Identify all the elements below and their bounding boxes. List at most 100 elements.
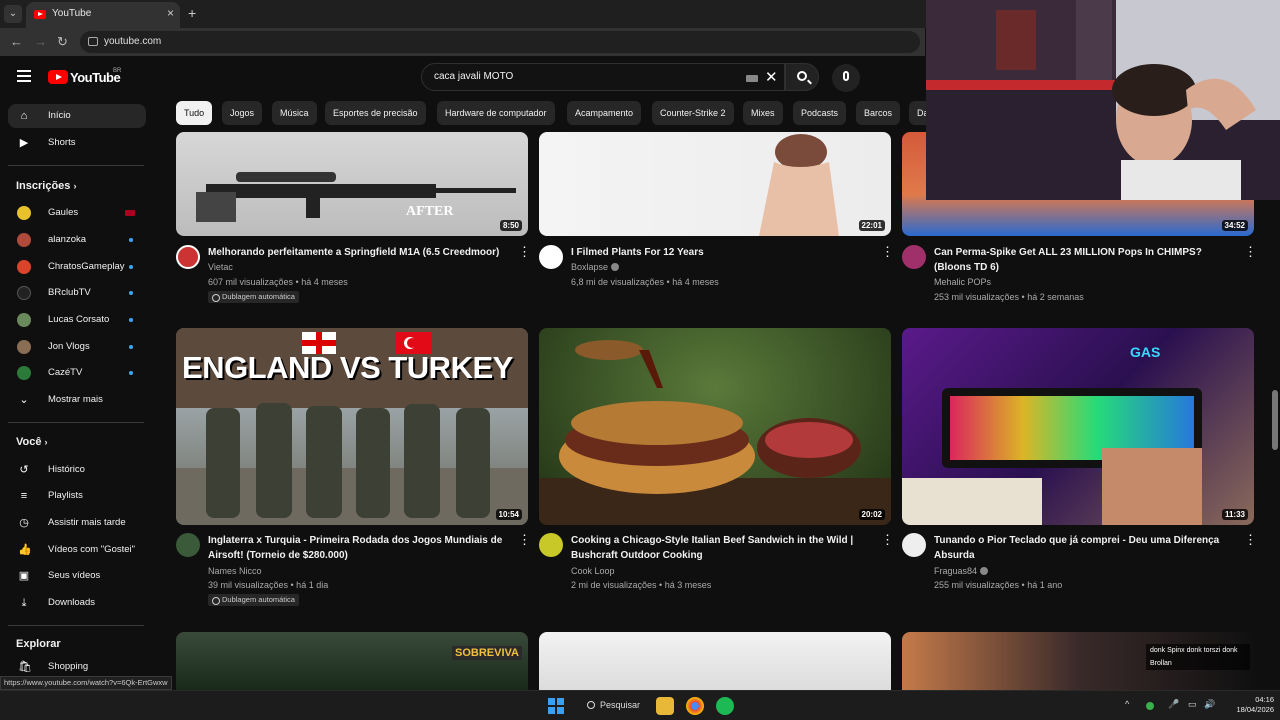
sidebar-sub-jon-vlogs[interactable]: Jon Vlogs: [8, 335, 146, 359]
search-icon: [587, 701, 595, 709]
channel-name[interactable]: Names Nicco: [208, 566, 262, 576]
tray-app-icon[interactable]: [1146, 702, 1154, 710]
forward-icon[interactable]: →: [34, 34, 47, 49]
sidebar-sub-alanzoka[interactable]: alanzoka: [8, 228, 146, 252]
tab-close-icon[interactable]: ×: [167, 6, 174, 20]
microphone-tray-icon[interactable]: 🎤: [1168, 699, 1179, 710]
chip-jogos[interactable]: Jogos: [222, 101, 263, 125]
channel-avatar[interactable]: [539, 533, 563, 557]
you-heading[interactable]: Você ›: [16, 436, 48, 448]
channel-name[interactable]: Vietac: [208, 262, 233, 272]
sidebar-item-label: Downloads: [48, 597, 95, 608]
video-thumbnail[interactable]: donk Spinx donk torszi donk Brollan: [902, 632, 1254, 690]
chrome-icon[interactable]: [686, 697, 704, 715]
sidebar-item-inicio[interactable]: ⌂ Início: [8, 104, 146, 128]
file-explorer-icon[interactable]: [656, 697, 674, 715]
channel-name[interactable]: Mehalic POPs: [934, 277, 991, 287]
video-meta: 2 mi de visualizações • há 3 meses: [571, 580, 712, 590]
chip-musica[interactable]: Música: [272, 101, 317, 125]
chip-more[interactable]: Da: [909, 101, 926, 125]
channel-avatar[interactable]: [176, 245, 200, 269]
rifle-thumbnail-art: [196, 172, 516, 222]
site-info-icon[interactable]: [88, 37, 98, 46]
sidebar-item-downloads[interactable]: ⤓ Downloads: [8, 591, 146, 615]
chip-counter-strike[interactable]: Counter-Strike 2: [652, 101, 734, 125]
channel-name-text: Fraguas84: [934, 566, 978, 576]
more-options-icon[interactable]: [1244, 532, 1257, 548]
show-more-button[interactable]: ⌄ Mostrar mais: [8, 388, 146, 412]
video-title[interactable]: Melhorando perfeitamente a Springfield M…: [208, 245, 508, 260]
chip-podcasts[interactable]: Podcasts: [793, 101, 847, 125]
channel-avatar[interactable]: [902, 533, 926, 557]
voice-search-button[interactable]: [832, 64, 860, 92]
clock-time: 04:16: [1255, 695, 1274, 704]
spotify-icon[interactable]: [716, 697, 734, 715]
back-icon[interactable]: ←: [10, 34, 23, 49]
more-options-icon[interactable]: [518, 244, 531, 260]
sidebar-sub-cazetv[interactable]: CazéTV: [8, 361, 146, 385]
video-thumbnail[interactable]: [539, 632, 891, 690]
chip-barcos[interactable]: Barcos: [856, 101, 901, 125]
chip-mixes[interactable]: Mixes: [743, 101, 783, 125]
browser-tab[interactable]: YouTube ×: [26, 2, 180, 28]
clear-search-icon[interactable]: ✕: [765, 68, 778, 86]
video-thumbnail[interactable]: SOBREVIVA: [176, 632, 528, 690]
video-meta: 253 mil visualizações • há 2 semanas: [934, 292, 1084, 302]
search-input[interactable]: caca javali MOTO ✕: [421, 63, 785, 91]
subscriptions-heading[interactable]: Inscrições ›: [16, 180, 76, 192]
chip-esportes[interactable]: Esportes de precisão: [325, 101, 426, 125]
channel-avatar[interactable]: [176, 533, 200, 557]
keyboard-icon[interactable]: [746, 75, 758, 82]
tray-chevron-icon[interactable]: ^: [1125, 699, 1129, 709]
system-clock[interactable]: 04:16 18/04/2026: [1222, 695, 1274, 715]
new-tab-icon[interactable]: +: [188, 5, 196, 21]
menu-icon[interactable]: [17, 70, 31, 82]
sidebar-item-shorts[interactable]: ▶ Shorts: [8, 131, 146, 155]
address-bar[interactable]: youtube.com: [80, 31, 920, 53]
sidebar-sub-gaules[interactable]: Gaules: [8, 201, 146, 225]
video-title[interactable]: Cooking a Chicago-Style Italian Beef San…: [571, 533, 871, 563]
sidebar-sub-brclubtv[interactable]: BRclubTV: [8, 281, 146, 305]
taskbar-search[interactable]: Pesquisar: [580, 696, 644, 716]
video-thumbnail[interactable]: 22:01: [539, 132, 891, 236]
chip-hardware[interactable]: Hardware de computador: [437, 101, 555, 125]
video-title[interactable]: Can Perma-Spike Get ALL 23 MILLION Pops …: [934, 245, 1224, 275]
sidebar-item-your-videos[interactable]: ▣ Seus vídeos: [8, 564, 146, 588]
video-thumbnail[interactable]: GAS 11:33: [902, 328, 1254, 525]
video-thumbnail[interactable]: 20:02: [539, 328, 891, 525]
youtube-logo[interactable]: YouTube: [48, 70, 121, 86]
chip-tudo[interactable]: Tudo: [176, 101, 213, 125]
sidebar-item-historico[interactable]: ↺ Histórico: [8, 458, 146, 482]
channel-avatar[interactable]: [902, 245, 926, 269]
channel-name[interactable]: Cook Loop: [571, 566, 615, 576]
sidebar-sub-lucas-corsato[interactable]: Lucas Corsato: [8, 308, 146, 332]
video-title[interactable]: I Filmed Plants For 12 Years: [571, 245, 871, 260]
page-scrollbar[interactable]: [1272, 390, 1278, 450]
video-title[interactable]: Inglaterra x Turquia - Primeira Rodada d…: [208, 533, 513, 563]
more-options-icon[interactable]: [881, 532, 894, 548]
chip-acampamento[interactable]: Acampamento: [567, 101, 642, 125]
video-title[interactable]: Tunando o Pior Teclado que já comprei - …: [934, 533, 1234, 563]
streamer-webcam-art: [926, 0, 1280, 200]
more-options-icon[interactable]: [1244, 244, 1257, 260]
tab-search-icon[interactable]: ⌄: [4, 5, 22, 23]
channel-avatar[interactable]: [539, 245, 563, 269]
windows-start-icon[interactable]: [548, 698, 564, 714]
history-icon: ↺: [19, 464, 29, 476]
volume-icon[interactable]: 🔊: [1204, 699, 1215, 710]
sidebar-item-watch-later[interactable]: ◷ Assistir mais tarde: [8, 511, 146, 535]
more-options-icon[interactable]: [881, 244, 894, 260]
video-thumbnail[interactable]: ENGLAND VS TURKEY 10:54: [176, 328, 528, 525]
windows-taskbar: Pesquisar ^ 🎤 ▭ 🔊 04:16 18/04/2026: [0, 690, 1280, 720]
channel-name[interactable]: Boxlapse: [571, 262, 620, 272]
video-thumbnail[interactable]: AFTER 8:50: [176, 132, 528, 236]
network-icon[interactable]: ▭: [1188, 699, 1197, 710]
sidebar-item-playlists[interactable]: ≡ Playlists: [8, 484, 146, 508]
reload-icon[interactable]: ↻: [57, 34, 68, 50]
search-button[interactable]: [785, 63, 819, 91]
sidebar-sub-chratosgameplay[interactable]: ChratosGameplay: [8, 255, 146, 279]
channel-avatar: [17, 286, 31, 300]
channel-name[interactable]: Fraguas84: [934, 566, 989, 576]
more-options-icon[interactable]: [518, 532, 531, 548]
sidebar-item-liked[interactable]: 👍 Vídeos com "Gostei": [8, 538, 146, 562]
